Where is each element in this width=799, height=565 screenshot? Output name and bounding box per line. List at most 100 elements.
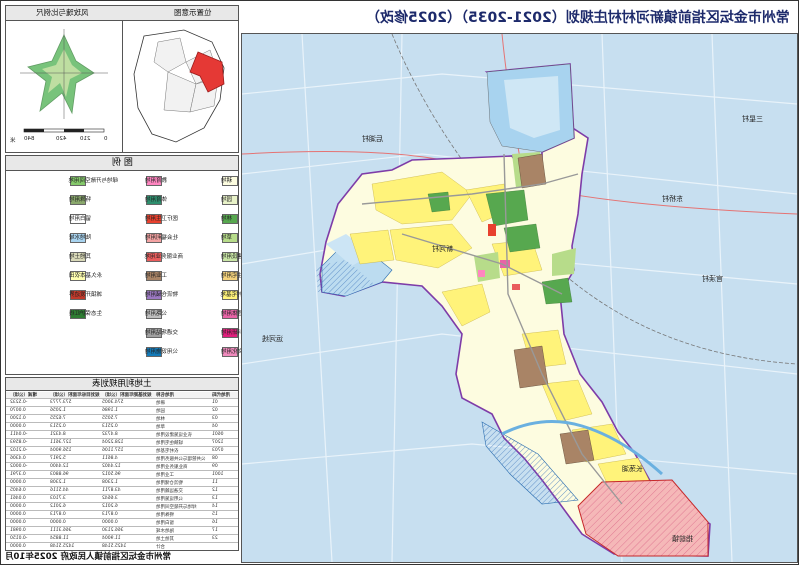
legend-item: 社会福利用地 [86,233,178,243]
table-cell: 0.1200 [10,416,26,421]
table-cell: 草地 [156,425,165,430]
table-cell: 1207 [212,440,224,445]
table-cell: 96.8803 [50,472,69,477]
map-title-text: 常州市金坛区指前镇新河村村庄规划（2021-2035）（2025修改） [366,10,790,26]
table-row: 16 留白用地 0.0000 0.0000 0.0000 [6,520,238,527]
table-cell: 规划目标年面积（公顷） [50,393,100,398]
table-cell: 0.0000 [10,544,26,549]
table-row: 1207 城镇住宅用地 128.2204 127.3611 -0.8593 [6,440,238,447]
table-cell: 14 [212,504,218,509]
legend-item: 机关团体用地 [162,309,254,319]
table-cell: 0.4306 [10,456,26,461]
table-cell: 用地名称 [156,393,174,398]
legend-label: 体育用地 [145,197,168,203]
legend-label: 草地 [221,235,233,241]
table-cell: 0.0461 [10,496,26,501]
table-row: 0703 农村宅基地 157.1106 156.9004 -0.2102 [6,448,238,455]
table-cell: 23 [212,536,218,541]
table-cell: 11 [212,480,218,485]
table-row: 0601 农业设施建设用地 8.4732 8.4321 -0.0411 [6,432,238,439]
legend-item: 生态保护红线 [10,309,102,319]
table-cell: 6.2012 [102,504,118,509]
table-cell: 1.1986 [102,408,118,413]
table-cell: 01 [212,400,218,405]
table-cell: 12.4400 [50,464,69,469]
table-cell: 128.2204 [102,440,124,445]
table-cell: 规划基期年面积（公顷） [102,393,152,398]
table-row: 13 公用设施用地 3.6642 3.7103 0.0461 [6,496,238,503]
legend-label: 特殊用地 [69,197,92,203]
land-use-map[interactable] [242,34,797,562]
label-guancun: 官渎村 [702,275,723,283]
table-cell: 其他土地 [156,537,174,542]
table-cell: 耕地 [156,401,165,406]
legend-item: 永久基本农田 [10,271,102,281]
legend-label: 商业服务业用地 [145,254,184,260]
table-cell: 物流仓储用地 [156,481,183,486]
legend-label: 公路用地 [145,311,168,317]
legend-label: 公用设施用地 [145,349,179,355]
legend-item: 城镇开发边界 [10,290,102,300]
table-row: 04 草地 0.2513 0.2513 0.0000 [6,424,238,431]
table-cell: -0.2102 [10,448,28,453]
scale-labels: 0 210 420 840 米 [10,136,116,145]
table-cell: 1425.5148 [102,544,127,549]
legend-label: 科研用地 [221,330,244,336]
table-cell: 08 [212,456,218,461]
table-cell: 11.8854 [50,536,69,541]
legend-item: 园地 [162,195,238,205]
legend-label: 城镇开发边界 [69,292,103,298]
table-row: 03 林地 7.5055 7.6255 0.1200 [6,416,238,423]
table-cell: 公用设施用地 [156,497,183,502]
legend-label: 园地 [221,197,233,203]
legend-label: 其他土地 [69,254,92,260]
table-cell: 0.0000 [10,504,26,509]
table-cell: 157.1106 [102,448,124,453]
table-cell: 573.7773 [50,400,72,405]
table-cell: 林地 [156,417,165,422]
table-cell: 0.8713 [102,512,118,517]
map-panel[interactable]: 新河村 长荡湖 指前镇 后湖村 东桥村 三星村 官渎村 运河线 [241,33,798,563]
table-cell: 3.7103 [50,496,66,501]
legend-label: 生态保护红线 [69,311,103,317]
table-cell: 留白用地 [156,521,174,526]
table-cell: 0.0070 [10,408,26,413]
table-cell: 5.2917 [50,456,66,461]
table-cell: 商业服务业用地 [156,465,188,470]
legend-item: 耕地 [162,176,238,186]
table-cell: 127.3611 [50,440,72,445]
table-cell: 03 [212,416,218,421]
table-cell: 0.2513 [50,424,66,429]
table-cell: 1425.5148 [50,544,75,549]
wind-rose-heading: 风玫瑰与比例尺 [36,8,89,17]
scale-tick-840: 840 [24,136,35,142]
legend-label: 工业用地 [145,273,168,279]
table-cell: -0.8593 [10,440,28,445]
table-cell: 0.0000 [10,480,26,485]
table-cell: 366.3111 [50,528,72,533]
legend-item: 其他土地 [10,252,91,262]
table-cell: 0.8713 [50,512,66,517]
legend-label: 教育用地 [145,178,168,184]
legend-label: 耕地 [221,178,233,184]
table-cell: 16 [212,520,218,525]
table-cell: 13 [212,496,218,501]
map-sheet: 常州市金坛区指前镇新河村村庄规划（2021-2035）（2025修改） 位置示意… [0,0,799,565]
scale-bar-seg1 [24,129,44,132]
table-row: 1001 工业用地 96.5012 96.8803 0.3791 [6,472,238,479]
footer-text: 常州市金坛区指前镇人民政府 2025年10月 [5,552,171,562]
table-cell: 8.4732 [102,432,118,437]
table-cell: 96.5012 [102,472,121,477]
table-row: 23 其他土地 11.9004 11.8854 -0.0150 [6,536,238,543]
table-cell: 366.2130 [102,528,124,533]
table-cell: 7.6255 [50,416,66,421]
table-cell: 12.4402 [102,464,121,469]
table-cell: 0.0000 [102,520,118,525]
locator-header: 位置示意图 风玫瑰与比例尺 [6,6,238,21]
legend-item: 公用设施用地 [86,347,178,357]
legend-item: 体育用地 [86,195,167,205]
scale-bar-seg2 [64,129,84,132]
table-cell: 园地 [156,409,165,414]
table-cell: 44.5116 [50,488,69,493]
table-cell: 156.9004 [50,448,72,453]
